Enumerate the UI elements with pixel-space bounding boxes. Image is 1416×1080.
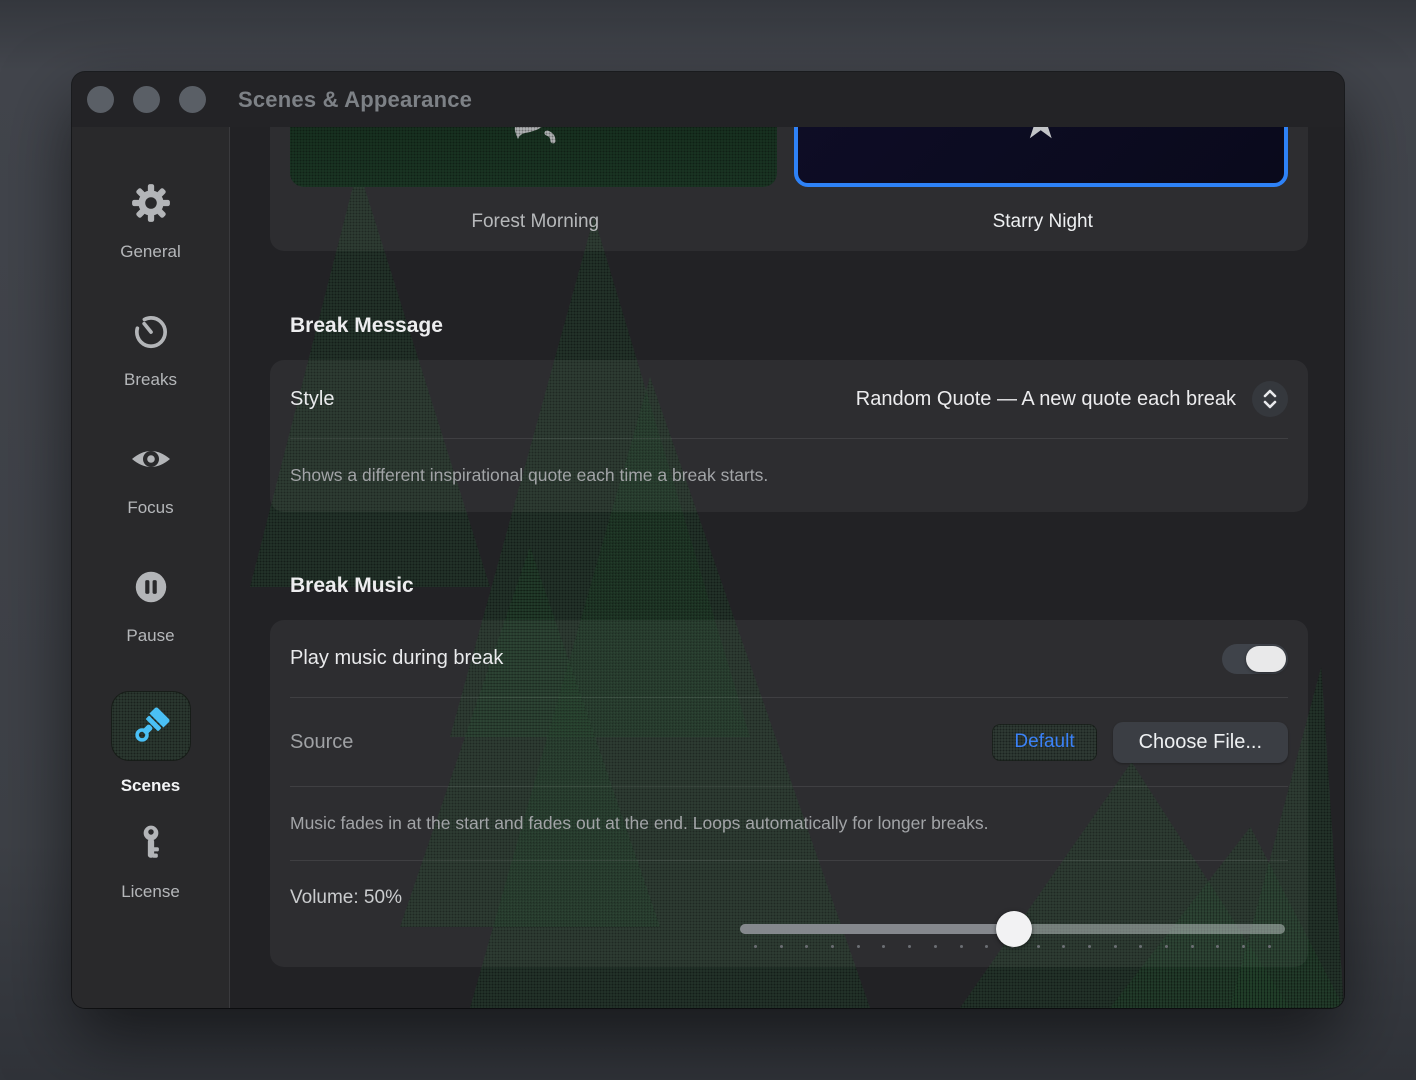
timer-icon [130,310,172,352]
break-message-card: Style Random Quote — A new quote each br… [270,360,1308,512]
star-icon: ★ [1020,127,1061,145]
titlebar: Scenes & Appearance [72,72,1344,127]
choose-file-button[interactable]: Choose File... [1112,721,1288,763]
music-description: Music fades in at the start and fades ou… [290,813,989,833]
break-music-heading: Break Music [290,574,414,597]
traffic-lights [87,86,206,113]
close-button[interactable] [87,86,114,113]
style-row: Style Random Quote — A new quote each br… [270,360,1308,438]
zoom-button[interactable] [179,86,206,113]
sidebar-item-scenes[interactable]: Scenes [72,679,229,807]
content-pane: ★ Forest Morning Starry Night Break Mess… [230,127,1344,1008]
volume-label: Volume: 50% [290,887,402,908]
eye-icon [128,438,174,480]
sidebar-item-breaks[interactable]: Breaks [72,295,229,423]
style-description: Shows a different inspirational quote ea… [290,465,769,485]
sidebar-item-label: Focus [127,498,174,517]
sidebar-item-label: Scenes [120,776,181,795]
paintbrush-icon [129,704,173,748]
scene-label-forest-morning: Forest Morning [471,211,600,232]
sidebar: General Breaks Focus Pause Scenes Licens… [72,127,230,1008]
source-label: Source [290,730,354,753]
style-label: Style [290,387,335,410]
source-row: Source Default Choose File... [270,698,1308,786]
volume-section: Volume: 50% [270,861,1308,967]
toggle-knob [1246,645,1286,672]
slider-thumb[interactable] [996,911,1033,947]
scene-picker: ★ Forest Morning Starry Night [270,127,1308,251]
sidebar-item-label: Breaks [124,370,177,389]
default-button[interactable]: Default [992,723,1097,761]
scene-label-starry-night: Starry Night [992,211,1093,232]
chevron-up-down-icon [1260,388,1280,410]
minimize-button[interactable] [133,86,160,113]
sidebar-item-label: General [120,242,181,261]
scene-thumb-starry-night[interactable]: ★ [793,127,1288,187]
sidebar-item-license[interactable]: License [72,807,229,935]
pause-icon [130,566,172,608]
play-music-row: Play music during break [270,620,1308,697]
sidebar-item-general[interactable]: General [72,167,229,295]
break-message-heading: Break Message [290,314,443,337]
play-music-label: Play music during break [290,647,504,669]
window-title: Scenes & Appearance [238,86,473,112]
key-icon [130,822,172,864]
sidebar-item-label: License [121,882,180,901]
sidebar-item-pause[interactable]: Pause [72,551,229,679]
sidebar-item-label: Pause [126,626,175,645]
play-music-toggle[interactable] [1222,643,1288,674]
slider-fill [740,924,1015,934]
settings-window: Scenes & Appearance General Breaks Focus… [72,72,1344,1008]
style-select-button[interactable] [1252,381,1288,417]
volume-slider[interactable] [740,911,1285,948]
style-select-value[interactable]: Random Quote — A new quote each break [856,388,1236,411]
sidebar-selected-highlight [110,691,191,761]
gear-icon [130,182,172,224]
sidebar-item-focus[interactable]: Focus [72,423,229,551]
break-music-card: Play music during break Source Default C… [270,620,1308,967]
scene-thumb-forest-morning[interactable] [290,127,777,187]
leaf-icon [507,127,559,153]
